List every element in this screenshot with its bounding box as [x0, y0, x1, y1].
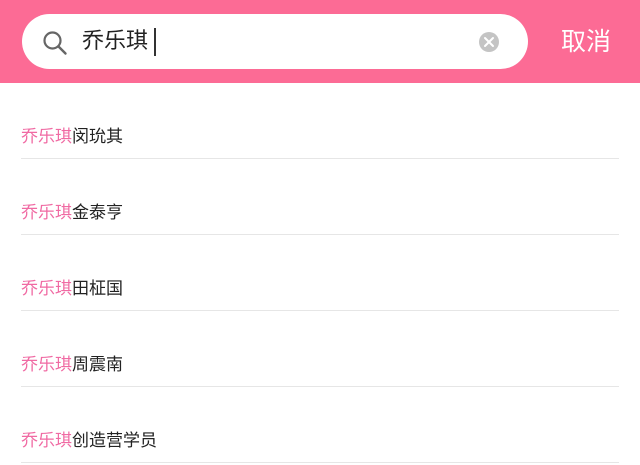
match-highlight: 乔乐琪: [21, 127, 72, 147]
list-item[interactable]: 乔乐琪闵玧其: [21, 83, 619, 159]
list-item-text: 乔乐琪金泰亨: [21, 202, 123, 224]
list-item[interactable]: 乔乐琪创造营学员: [21, 387, 619, 463]
cancel-button[interactable]: 取消: [552, 22, 620, 62]
suggestion-rest: 创造营学员: [72, 431, 157, 451]
search-icon: [43, 31, 67, 55]
suggestion-rest: 周震南: [72, 355, 123, 375]
suggestion-rest: 田柾国: [72, 279, 123, 299]
suggestion-rest: 闵玧其: [72, 127, 123, 147]
clear-icon[interactable]: [478, 31, 500, 53]
search-header: 乔乐琪 取消: [0, 0, 640, 83]
list-item-text: 乔乐琪田柾国: [21, 278, 123, 300]
match-highlight: 乔乐琪: [21, 203, 72, 223]
search-input[interactable]: 乔乐琪: [82, 24, 157, 60]
match-highlight: 乔乐琪: [21, 279, 72, 299]
search-query: 乔乐琪: [82, 29, 149, 54]
list-item-text: 乔乐琪闵玧其: [21, 126, 123, 148]
list-item[interactable]: 乔乐琪金泰亨: [21, 159, 619, 235]
list-item-text: 乔乐琪创造营学员: [21, 430, 157, 452]
suggestion-rest: 金泰亨: [72, 203, 123, 223]
list-item-text: 乔乐琪周震南: [21, 354, 123, 376]
list-item[interactable]: 乔乐琪周震南: [21, 311, 619, 387]
match-highlight: 乔乐琪: [21, 431, 72, 451]
list-item[interactable]: 乔乐琪田柾国: [21, 235, 619, 311]
text-caret: [154, 28, 157, 56]
match-highlight: 乔乐琪: [21, 355, 72, 375]
